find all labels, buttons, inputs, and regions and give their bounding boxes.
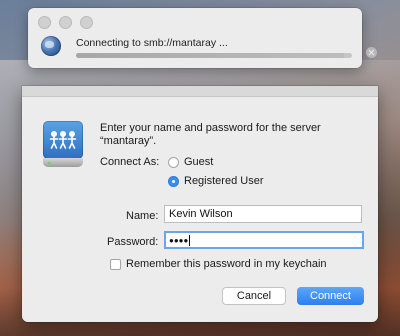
zoom-window-button[interactable] — [80, 16, 93, 29]
remember-password-label[interactable]: Remember this password in my keychain — [126, 258, 327, 270]
registered-user-radio-label[interactable]: Registered User — [184, 175, 263, 187]
people-icon — [49, 130, 77, 149]
window-controls — [38, 16, 93, 29]
close-window-button[interactable] — [38, 16, 51, 29]
password-field[interactable]: ●●●● — [164, 231, 364, 249]
password-label: Password: — [107, 236, 159, 248]
connecting-window: Connecting to smb://mantaray ... — [28, 8, 377, 68]
dialog-prompt: Enter your name and password for the ser… — [100, 122, 321, 147]
network-server-icon — [43, 121, 83, 167]
server-icon-body — [43, 121, 83, 159]
minimize-window-button[interactable] — [59, 16, 72, 29]
guest-radio[interactable] — [168, 157, 179, 168]
progress-bar — [76, 53, 352, 58]
server-icon-base — [43, 158, 83, 167]
guest-radio-label[interactable]: Guest — [184, 156, 213, 168]
name-label: Name: — [126, 210, 159, 222]
cancel-button[interactable]: Cancel — [222, 287, 286, 305]
login-dialog: Enter your name and password for the ser… — [22, 86, 378, 322]
connecting-title: Connecting to smb://mantaray ... — [76, 37, 228, 49]
connect-as-label: Connect As: — [100, 156, 160, 168]
password-mask: ●●●● — [169, 236, 189, 245]
name-field[interactable]: Kevin Wilson — [164, 205, 362, 223]
remember-password-checkbox[interactable] — [110, 259, 121, 270]
registered-user-radio[interactable] — [168, 176, 179, 187]
connect-button[interactable]: Connect — [297, 287, 364, 305]
dialog-title-bar — [22, 86, 378, 97]
text-caret — [189, 234, 191, 246]
progress-fill — [76, 53, 344, 58]
globe-icon — [41, 36, 61, 56]
stop-icon[interactable] — [366, 47, 377, 58]
